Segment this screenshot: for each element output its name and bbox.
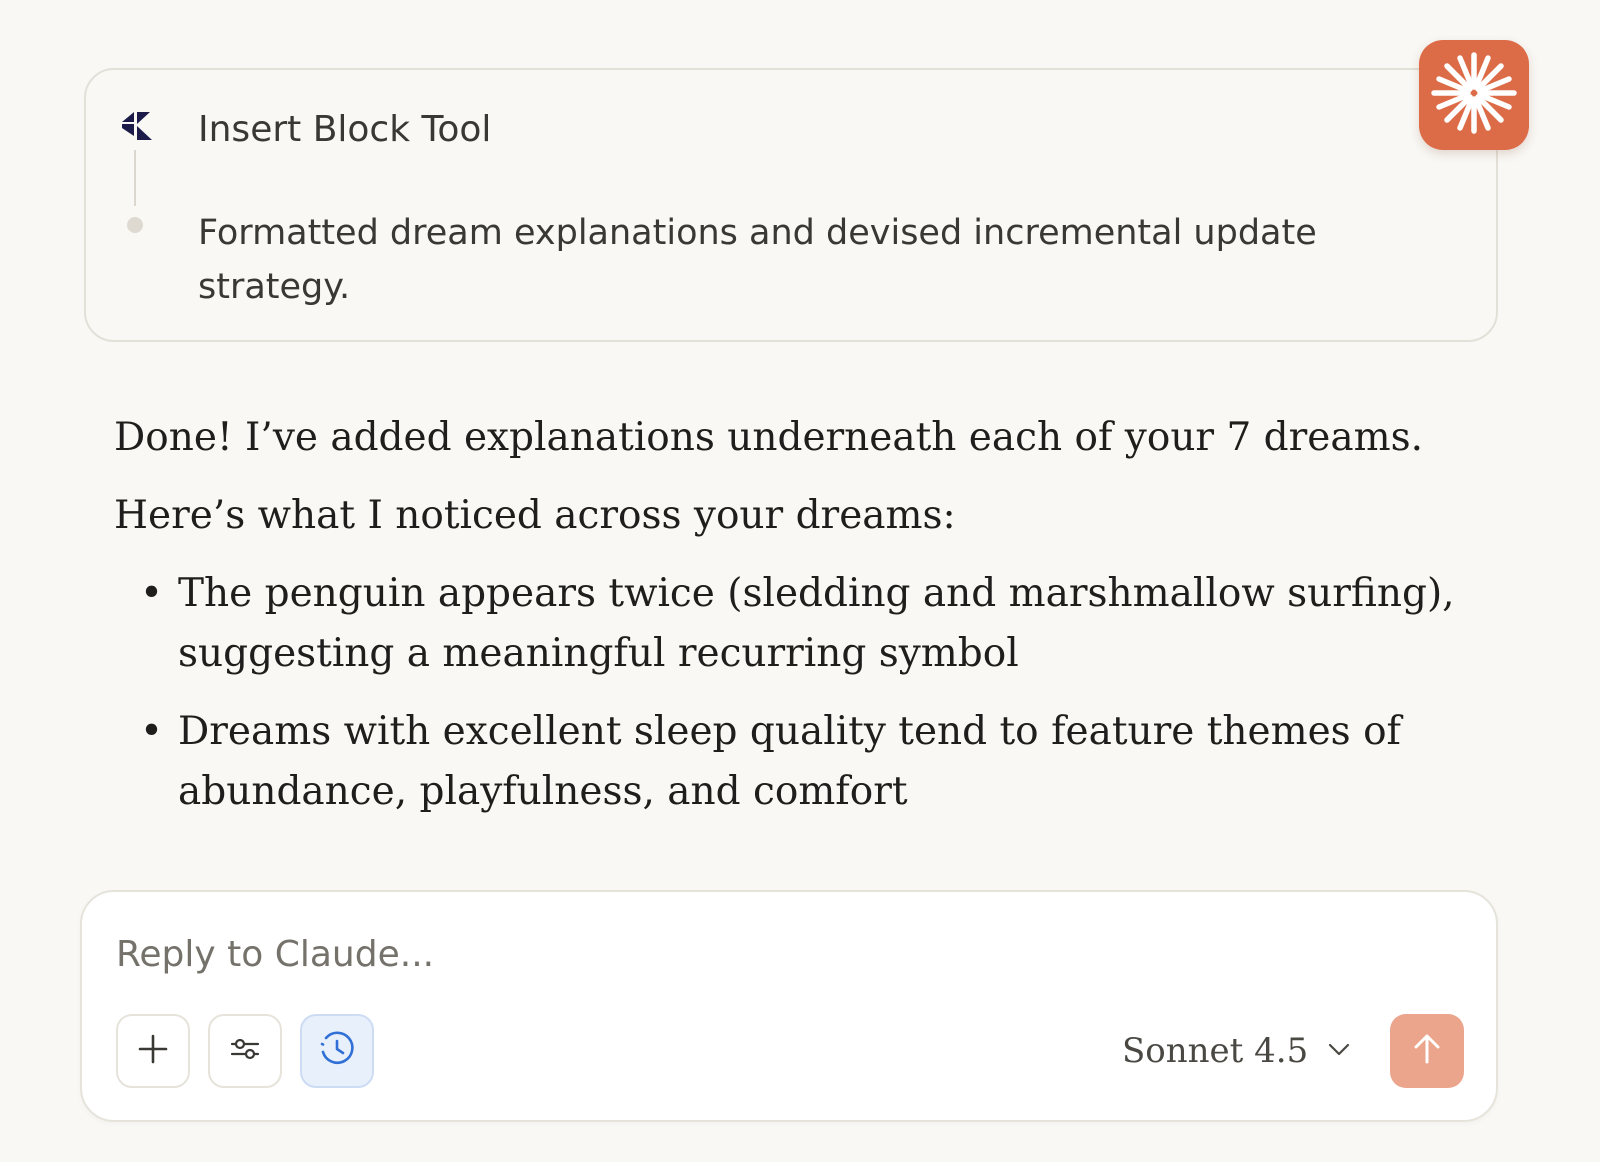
response-paragraph: Here’s what I noticed across your dreams… <box>114 493 956 538</box>
assistant-response: Done! I’ve added explanations underneath… <box>114 408 1494 840</box>
model-selector[interactable]: Sonnet 4.5 <box>1122 1022 1352 1080</box>
arrow-up-icon <box>1410 1032 1444 1070</box>
tool-summary: Formatted dream explanations and devised… <box>198 213 1317 307</box>
bullet-glyph: • <box>140 571 164 616</box>
chevron-down-icon <box>1326 1036 1352 1066</box>
tool-title[interactable]: Insert Block Tool <box>198 106 491 154</box>
response-bullet-list: • The penguin appears twice (sledding an… <box>114 564 1494 822</box>
send-button[interactable] <box>1390 1014 1464 1088</box>
plus-icon <box>137 1033 169 1069</box>
tool-logo-icon <box>120 110 154 144</box>
response-paragraph: Done! I’ve added explanations underneath… <box>114 415 1424 460</box>
claude-spark-icon <box>1431 50 1517 140</box>
bullet-text: The penguin appears twice (sledding and … <box>178 571 1455 676</box>
reply-input[interactable] <box>116 924 1456 984</box>
bullet-text: Dreams with excellent sleep quality tend… <box>178 709 1401 814</box>
bullet-glyph: • <box>140 709 164 754</box>
sliders-icon <box>229 1033 261 1069</box>
timeline-connector <box>134 150 136 206</box>
timeline-dot <box>127 217 143 233</box>
bullet-item: • The penguin appears twice (sledding an… <box>114 564 1468 684</box>
tools-settings-button[interactable] <box>208 1014 282 1088</box>
history-button[interactable] <box>300 1014 374 1088</box>
add-attachment-button[interactable] <box>116 1014 190 1088</box>
bullet-item: • Dreams with excellent sleep quality te… <box>114 702 1468 822</box>
message-composer: Sonnet 4.5 <box>80 890 1498 1122</box>
clock-icon <box>318 1030 356 1072</box>
model-name: Sonnet 4.5 <box>1122 1031 1309 1071</box>
claude-spark-badge <box>1419 40 1529 150</box>
